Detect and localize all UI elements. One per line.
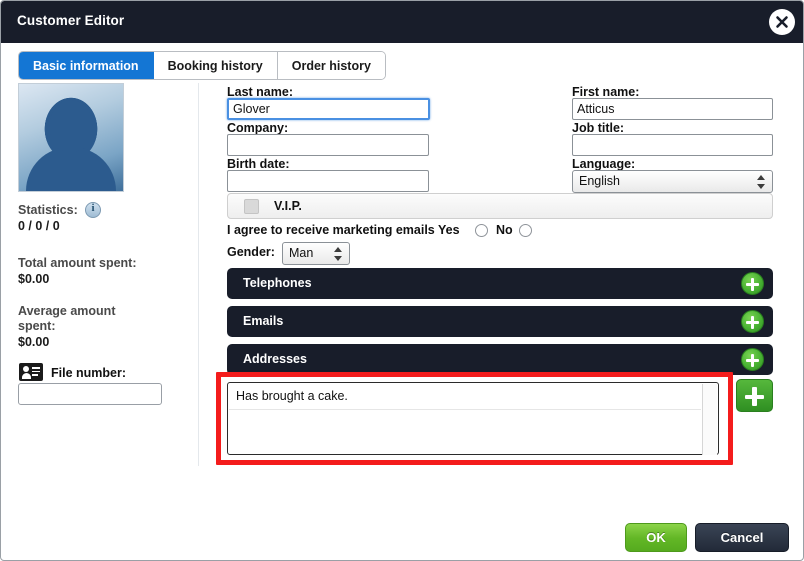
- last-name-input[interactable]: [227, 98, 430, 120]
- vip-label: V.I.P.: [274, 199, 302, 213]
- job-title-input[interactable]: [572, 134, 773, 156]
- birth-date-input[interactable]: [227, 170, 429, 192]
- note-text: Has brought a cake.: [236, 389, 348, 403]
- plus-icon: [750, 353, 755, 367]
- id-card-person-body: [21, 373, 31, 379]
- marketing-consent-label: I agree to receive marketing emails Yes: [227, 223, 460, 237]
- cancel-button[interactable]: Cancel: [695, 523, 789, 552]
- statistics-label: Statistics:: [18, 203, 78, 217]
- add-email-button[interactable]: [741, 310, 764, 333]
- ok-button-label: OK: [646, 530, 666, 545]
- plus-icon: [750, 277, 755, 291]
- tab-basic-information[interactable]: Basic information: [19, 52, 154, 79]
- plus-icon: [752, 387, 757, 407]
- note-scrollbar[interactable]: [702, 384, 717, 455]
- file-number-input[interactable]: [18, 383, 162, 405]
- tab-booking-history-label: Booking history: [167, 58, 263, 73]
- first-name-input[interactable]: [572, 98, 773, 120]
- add-telephone-button[interactable]: [741, 272, 764, 295]
- company-label: Company:: [227, 121, 289, 135]
- close-glyph: [776, 16, 788, 28]
- chevron-updown-icon: [757, 175, 766, 189]
- id-card-icon: [19, 363, 43, 381]
- marketing-consent-yes-label: Yes: [438, 223, 460, 237]
- section-telephones-title: Telephones: [243, 276, 312, 290]
- section-addresses-title: Addresses: [243, 352, 307, 366]
- total-spent-value: $0.00: [18, 272, 50, 286]
- gender-label: Gender:: [227, 245, 275, 259]
- ok-button[interactable]: OK: [625, 523, 687, 552]
- company-input[interactable]: [227, 134, 429, 156]
- tab-order-history[interactable]: Order history: [277, 52, 385, 79]
- id-card-person-head: [23, 366, 29, 372]
- vip-checkbox[interactable]: [244, 199, 259, 214]
- close-icon[interactable]: [769, 9, 795, 35]
- marketing-consent-no-label: No: [496, 223, 513, 237]
- add-note-button[interactable]: [736, 379, 773, 412]
- first-name-label: First name:: [572, 85, 640, 99]
- average-spent-label-line1: Average amount: [18, 304, 116, 318]
- plus-icon: [750, 315, 755, 329]
- add-address-button[interactable]: [741, 348, 764, 371]
- tab-bar: Basic information Booking history Order …: [18, 51, 386, 80]
- file-number-label: File number:: [51, 366, 127, 380]
- cancel-button-label: Cancel: [720, 530, 764, 545]
- marketing-consent-no-radio[interactable]: [519, 224, 532, 237]
- id-card-line: [32, 367, 40, 369]
- total-spent-label: Total amount spent:: [18, 256, 137, 270]
- marketing-consent-yes-radio[interactable]: [475, 224, 488, 237]
- gender-select[interactable]: Man: [282, 242, 350, 265]
- window-title: Customer Editor: [17, 13, 125, 28]
- language-select-value: English: [579, 174, 620, 188]
- info-glyph: i: [91, 202, 95, 214]
- birth-date-label: Birth date:: [227, 157, 290, 171]
- note-textarea[interactable]: Has brought a cake.: [227, 382, 719, 455]
- marketing-consent-text: I agree to receive marketing emails: [227, 223, 435, 237]
- average-spent-value: $0.00: [18, 335, 50, 349]
- info-icon[interactable]: i: [85, 202, 101, 218]
- job-title-label: Job title:: [572, 121, 625, 135]
- sidebar-divider: [198, 83, 199, 466]
- avatar-placeholder-icon: [18, 83, 124, 192]
- last-name-label: Last name:: [227, 85, 293, 99]
- section-emails: Emails: [227, 306, 773, 337]
- section-emails-title: Emails: [243, 314, 284, 328]
- tab-basic-information-label: Basic information: [33, 58, 139, 73]
- customer-editor-dialog: Customer Editor Basic information Bookin…: [0, 0, 804, 561]
- avatar-shoulders: [26, 147, 116, 191]
- language-label: Language:: [572, 157, 636, 171]
- average-spent-label-line2: spent:: [18, 319, 56, 333]
- gender-select-value: Man: [289, 246, 314, 260]
- section-addresses: Addresses: [227, 344, 773, 375]
- tab-booking-history[interactable]: Booking history: [153, 52, 278, 79]
- id-card-line: [32, 374, 38, 376]
- note-divider: [229, 409, 701, 410]
- id-card-line: [32, 370, 40, 373]
- title-bar: Customer Editor: [1, 1, 803, 43]
- section-telephones: Telephones: [227, 268, 773, 299]
- language-select[interactable]: English: [572, 170, 773, 193]
- avatar-head: [49, 100, 93, 152]
- vip-row: V.I.P.: [227, 193, 773, 219]
- tab-order-history-label: Order history: [291, 58, 371, 73]
- statistics-value: 0 / 0 / 0: [18, 219, 60, 233]
- chevron-updown-icon: [334, 247, 343, 261]
